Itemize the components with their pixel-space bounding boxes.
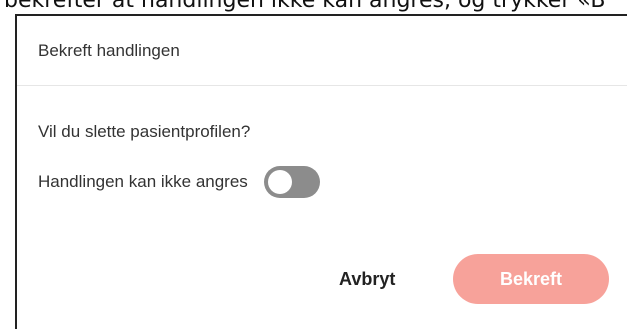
toggle-knob: [267, 170, 292, 194]
irreversible-toggle[interactable]: [263, 166, 320, 198]
dialog-body: Vil du slette pasientprofilen? Handlinge…: [17, 122, 627, 198]
cancel-button[interactable]: Avbryt: [339, 254, 395, 304]
dialog-footer: Avbryt Bekreft: [17, 254, 627, 304]
irreversible-toggle-row: Handlingen kan ikke angres: [38, 166, 627, 198]
dialog-question: Vil du slette pasientprofilen?: [38, 122, 251, 141]
dialog-header: Bekreft handlingen: [17, 16, 627, 86]
irreversible-toggle-label: Handlingen kan ikke angres: [38, 172, 248, 191]
page: bekrefter at handlingen ikke kan angres,…: [0, 0, 627, 329]
instruction-text: bekrefter at handlingen ikke kan angres,…: [4, 0, 606, 13]
confirm-dialog: Bekreft handlingen Vil du slette pasient…: [15, 14, 627, 329]
confirm-button[interactable]: Bekreft: [453, 254, 609, 304]
dialog-title: Bekreft handlingen: [38, 40, 180, 60]
